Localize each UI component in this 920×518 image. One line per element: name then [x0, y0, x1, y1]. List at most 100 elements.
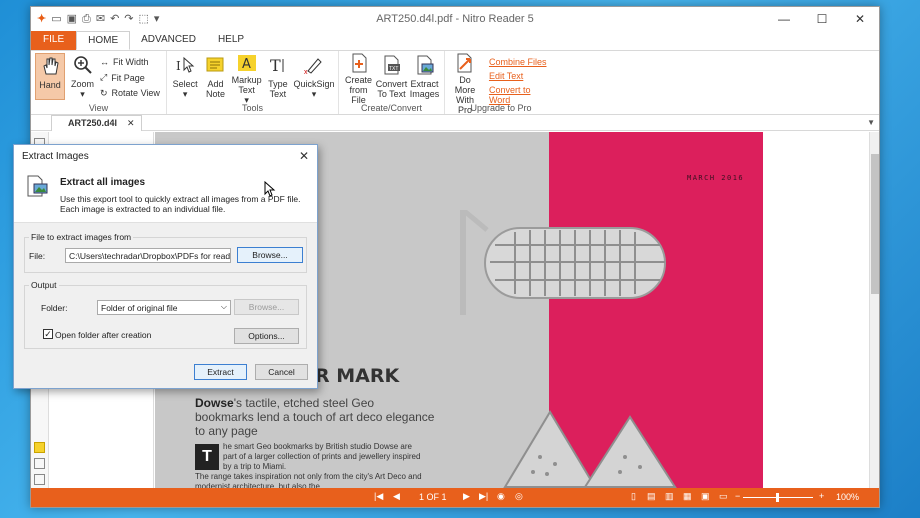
fit-page-label: Fit Page — [111, 72, 145, 83]
single-page-view-icon[interactable]: ▯ — [631, 491, 636, 502]
next-page-icon[interactable]: ▶ — [463, 491, 470, 502]
zoom-in-icon[interactable]: + — [819, 491, 824, 501]
customize-icon[interactable]: ▾ — [154, 13, 160, 25]
maximize-button[interactable]: ☐ — [803, 12, 841, 26]
fit-width-button[interactable]: ↔ Fit Width — [100, 55, 160, 69]
open-folder-checkbox[interactable]: ✓ — [43, 329, 53, 339]
svg-text:TXT: TXT — [389, 66, 398, 72]
pro-icon — [453, 53, 477, 73]
output-panel-icon[interactable] — [34, 474, 45, 485]
folder-select-value: Folder of original file — [101, 303, 178, 313]
magazine-date: MARCH 2016 — [687, 174, 745, 182]
save-icon[interactable]: ▣ — [67, 13, 77, 25]
tab-list-dropdown-icon[interactable]: ▼ — [867, 118, 875, 127]
fit-icon[interactable]: ▭ — [719, 491, 728, 502]
comments-panel-icon[interactable] — [34, 442, 45, 453]
attachments-panel-icon[interactable] — [34, 458, 45, 469]
magazine-subheading: Dowse's tactile, etched steel Geo bookma… — [195, 396, 435, 438]
fit-page-button[interactable]: ⤢ Fit Page — [100, 71, 160, 85]
ribbon-group-create-convert: Create from File TXT Convert To Text Ext… — [339, 51, 445, 114]
close-button[interactable]: ✕ — [841, 12, 879, 26]
type-text-button[interactable]: T Type Text — [264, 53, 292, 100]
dialog-close-icon[interactable]: ✕ — [299, 149, 309, 163]
svg-text:A: A — [242, 57, 251, 72]
minimize-button[interactable]: — — [765, 12, 803, 26]
magazine-sub-bold: Dowse — [195, 396, 234, 410]
extract-button[interactable]: Extract — [194, 364, 247, 380]
extract-images-button[interactable]: Extract Images — [409, 53, 440, 100]
mouse-cursor-icon — [264, 181, 276, 197]
markup-text-button[interactable]: A Markup Text ▾ — [231, 53, 262, 105]
open-icon[interactable]: ▭ — [51, 13, 61, 25]
svg-text:T: T — [270, 56, 281, 75]
ribbon-tabs: FILE HOME ADVANCED HELP — [31, 31, 879, 51]
zoom-level[interactable]: 100% — [836, 492, 859, 502]
cancel-button[interactable]: Cancel — [255, 364, 308, 380]
convert-to-text-button[interactable]: TXT Convert To Text — [376, 53, 407, 100]
markup-text-label: Markup Text — [231, 75, 262, 95]
group-label-create-convert: Create/Convert — [360, 103, 423, 113]
convert-to-word-link[interactable]: Convert to Word — [489, 85, 547, 105]
quick-access-toolbar: ✦ ▭ ▣ ⎙ ✉ ↶ ↷ ⬚ ▾ — [31, 13, 160, 25]
email-icon[interactable]: ✉ — [96, 13, 105, 25]
document-tab-close-icon[interactable]: ✕ — [127, 118, 135, 128]
create-pdf-icon — [347, 53, 371, 73]
rotate-view-button[interactable]: ↻ Rotate View — [100, 86, 160, 100]
redo-icon[interactable]: ↷ — [124, 13, 133, 25]
zoom-button[interactable]: Zoom ▾ — [67, 53, 98, 100]
select-button[interactable]: I Select ▾ — [171, 53, 199, 100]
edit-text-link[interactable]: Edit Text — [489, 71, 547, 81]
previous-page-icon[interactable]: ◀ — [393, 491, 400, 502]
magazine-headline: R MARK — [315, 365, 400, 387]
create-from-file-button[interactable]: Create from File — [343, 53, 374, 105]
rotate-view-label: Rotate View — [111, 88, 160, 99]
fit-width-icon: ↔ — [100, 56, 109, 67]
undo-icon[interactable]: ↶ — [110, 13, 119, 25]
vertical-scrollbar[interactable] — [869, 132, 879, 490]
chevron-down-icon: ⌵ — [220, 302, 227, 311]
file-path-input[interactable]: C:\Users\techradar\Dropbox\PDFs for read… — [65, 248, 231, 263]
document-tab[interactable]: ART250.d4l ✕ — [51, 115, 142, 131]
combine-files-link[interactable]: Combine Files — [489, 57, 547, 67]
page-indicator[interactable]: 1 OF 1 — [419, 492, 447, 502]
folder-select[interactable]: Folder of original file ⌵ — [97, 300, 231, 315]
facing-view-icon[interactable]: ▥ — [665, 491, 674, 502]
do-more-with-pro-button[interactable]: Do More With Pro — [449, 53, 481, 115]
zoom-slider-thumb[interactable] — [776, 493, 779, 502]
group-label-tools: Tools — [241, 103, 263, 113]
first-page-icon[interactable]: |◀ — [374, 491, 383, 502]
document-tab-bar: ART250.d4l ✕ ▼ — [31, 115, 879, 131]
select-tool-icon[interactable]: ⬚ — [139, 13, 149, 25]
tab-home[interactable]: HOME — [76, 31, 131, 50]
browse-file-button[interactable]: Browse... — [237, 247, 303, 263]
quicksign-button[interactable]: x QuickSign ▾ — [293, 53, 335, 100]
ribbon-group-tools: I Select ▾ Add Note A Markup Text ▾ T Ty… — [167, 51, 339, 114]
folder-label: Folder: — [41, 303, 68, 313]
last-page-icon[interactable]: ▶| — [479, 491, 488, 502]
options-button[interactable]: Options... — [234, 328, 299, 344]
forward-icon[interactable]: ◎ — [515, 491, 523, 502]
scrollbar-thumb[interactable] — [871, 154, 879, 294]
type-text-label: Type Text — [268, 79, 288, 99]
zoom-out-icon[interactable]: − — [735, 491, 740, 501]
extract-images-icon — [27, 175, 48, 197]
tab-help[interactable]: HELP — [207, 31, 255, 50]
magazine-body-1: he smart Geo bookmarks by British studio… — [223, 442, 421, 471]
back-icon[interactable]: ◉ — [497, 491, 505, 502]
hand-button[interactable]: Hand — [35, 53, 65, 100]
select-dropdown-icon: ▾ — [182, 89, 188, 99]
magazine-dropcap: T — [195, 444, 219, 470]
add-note-button[interactable]: Add Note — [201, 53, 229, 100]
tab-file[interactable]: FILE — [31, 31, 77, 50]
print-icon[interactable]: ⎙ — [82, 13, 91, 25]
status-bar: |◀ ◀ 1 OF 1 ▶ ▶| ◉ ◎ ▯ ▤ ▥ ▦ ▣ ▭ − + 100… — [31, 488, 879, 507]
full-screen-icon[interactable]: ▣ — [701, 491, 710, 502]
facing-continuous-view-icon[interactable]: ▦ — [683, 491, 692, 502]
dialog-body: File to extract images from File: C:\Use… — [14, 223, 317, 388]
browse-folder-button[interactable]: Browse... — [234, 299, 299, 315]
tab-advanced[interactable]: ADVANCED — [130, 31, 207, 50]
extract-images-icon — [413, 53, 437, 77]
highlight-icon: A — [235, 53, 259, 73]
zoom-dropdown-icon: ▾ — [80, 89, 85, 99]
continuous-view-icon[interactable]: ▤ — [647, 491, 656, 502]
